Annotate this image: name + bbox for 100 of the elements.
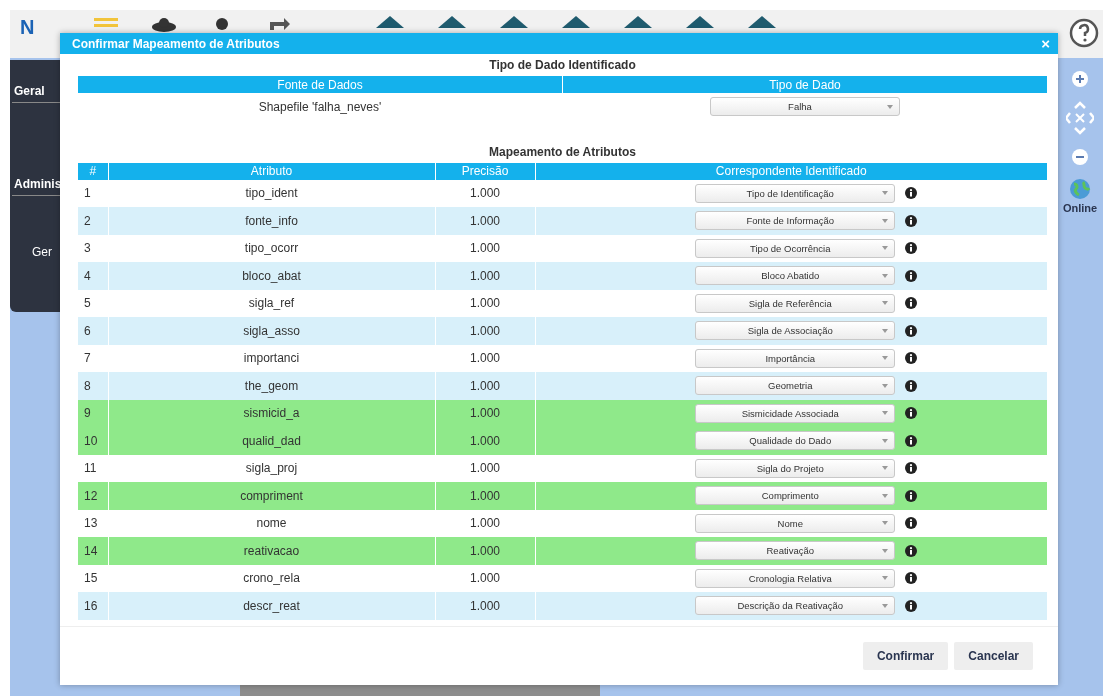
table-cell: compriment	[108, 482, 435, 510]
dropdown[interactable]: Cronologia Relativa	[695, 568, 896, 588]
triangle-icon[interactable]	[562, 16, 590, 28]
table-cell: 1.000	[435, 262, 535, 290]
table-cell: Shapefile 'falha_neves'	[78, 93, 563, 121]
column-header: Correspondente Identificado	[535, 162, 1047, 180]
table-cell: the_geom	[108, 372, 435, 400]
caret-icon	[882, 521, 889, 526]
info-icon[interactable]	[905, 187, 918, 200]
triangle-icon[interactable]	[748, 16, 776, 28]
table-cell: fonte_info	[108, 207, 435, 235]
dropdown[interactable]: Importância	[695, 348, 896, 368]
table-cell: reativacao	[108, 537, 435, 565]
caret-icon	[882, 273, 889, 278]
table-cell: sigla_asso	[108, 317, 435, 345]
info-icon[interactable]	[905, 297, 918, 310]
triangle-icon[interactable]	[624, 16, 652, 28]
info-icon[interactable]	[905, 572, 918, 585]
zoom-in-icon[interactable]	[1071, 70, 1089, 88]
caret-icon	[882, 301, 889, 306]
caret-icon	[882, 576, 889, 581]
dropdown[interactable]: Reativação	[695, 541, 896, 561]
table-cell: 11	[78, 454, 108, 482]
table-cell: qualid_dad	[108, 427, 435, 455]
caret-icon	[882, 246, 889, 251]
dialog-button[interactable]: Confirmar	[862, 642, 949, 670]
help-icon[interactable]	[1069, 18, 1099, 48]
table-cell: 8	[78, 372, 108, 400]
dropdown[interactable]: Fonte de Informação	[695, 211, 896, 231]
caret-icon	[882, 328, 889, 333]
info-icon[interactable]	[905, 379, 918, 392]
dropdown[interactable]: Sigla do Projeto	[695, 458, 896, 478]
table-cell: sismicid_a	[108, 399, 435, 427]
column-header: Precisão	[435, 162, 535, 180]
caret-icon	[882, 218, 889, 223]
caret-icon	[882, 438, 889, 443]
info-icon[interactable]	[905, 352, 918, 365]
dropdown[interactable]: Geometria	[695, 376, 896, 396]
table-cell: 1.000	[435, 592, 535, 620]
zoom-out-icon[interactable]	[1071, 148, 1089, 166]
info-icon[interactable]	[905, 324, 918, 337]
dropdown[interactable]: Descrição da Reativação	[695, 596, 896, 616]
info-icon[interactable]	[905, 214, 918, 227]
table-cell: 1.000	[435, 399, 535, 427]
info-icon[interactable]	[905, 544, 918, 557]
table-cell: 14	[78, 537, 108, 565]
caret-icon	[882, 411, 889, 416]
table-cell: 1.000	[435, 482, 535, 510]
caret-icon	[882, 493, 889, 498]
caret-icon	[882, 383, 889, 388]
dropdown[interactable]: Nome	[695, 513, 896, 533]
caret-icon	[882, 548, 889, 553]
table-cell: 2	[78, 207, 108, 235]
triangle-icon[interactable]	[438, 16, 466, 28]
table-cell: 5	[78, 289, 108, 317]
column-header: Tipo de Dado	[562, 76, 1047, 93]
caret-icon	[887, 104, 893, 109]
triangle-icon[interactable]	[686, 16, 714, 28]
dropdown[interactable]: Tipo de Identificação	[695, 183, 896, 203]
info-icon[interactable]	[905, 517, 918, 530]
share-icon[interactable]	[268, 16, 292, 32]
table-cell: 15	[78, 564, 108, 592]
section-title: Mapeamento de Atributos	[488, 143, 637, 161]
dropdown[interactable]: Tipo de Ocorrência	[695, 238, 896, 258]
dropdown[interactable]: Qualidade do Dado	[695, 431, 896, 451]
dropdown[interactable]: Sigla de Referência	[695, 293, 896, 313]
table-cell: 1.000	[435, 317, 535, 345]
info-icon[interactable]	[905, 407, 918, 420]
triangle-icon[interactable]	[500, 16, 528, 28]
column-header: Atributo	[108, 162, 435, 180]
app-logo: N	[20, 16, 36, 39]
table-cell: 6	[78, 317, 108, 345]
table-cell: 1.000	[435, 427, 535, 455]
dialog-title: Confirmar Mapeamento de Atributos	[72, 36, 280, 51]
info-icon[interactable]	[905, 434, 918, 447]
table-cell: 10	[78, 427, 108, 455]
info-icon[interactable]	[905, 489, 918, 502]
dropdown[interactable]: Bloco Abatido	[695, 266, 896, 286]
dropdown[interactable]: Comprimento	[695, 486, 896, 506]
cloud-icon[interactable]	[152, 16, 176, 32]
table-cell: 16	[78, 592, 108, 620]
info-icon[interactable]	[905, 462, 918, 475]
table-cell: 13	[78, 509, 108, 537]
dialog-button[interactable]: Cancelar	[954, 642, 1033, 670]
info-icon[interactable]	[905, 242, 918, 255]
table-cell: 9	[78, 399, 108, 427]
table-cell: 7	[78, 344, 108, 372]
info-icon[interactable]	[905, 599, 918, 612]
caret-icon	[882, 191, 889, 196]
info-icon[interactable]	[905, 269, 918, 282]
online-status: Online	[1062, 202, 1098, 214]
dropdown[interactable]: Sigla de Associação	[695, 321, 896, 341]
triangle-icon[interactable]	[376, 16, 404, 28]
table-cell: 1	[78, 179, 108, 207]
table-cell: 1.000	[435, 537, 535, 565]
caret-icon	[882, 356, 889, 361]
dropdown[interactable]: Falha	[710, 97, 900, 117]
column-header: #	[78, 162, 108, 180]
table-cell: 12	[78, 482, 108, 510]
dropdown[interactable]: Sismicidade Associada	[695, 403, 896, 423]
